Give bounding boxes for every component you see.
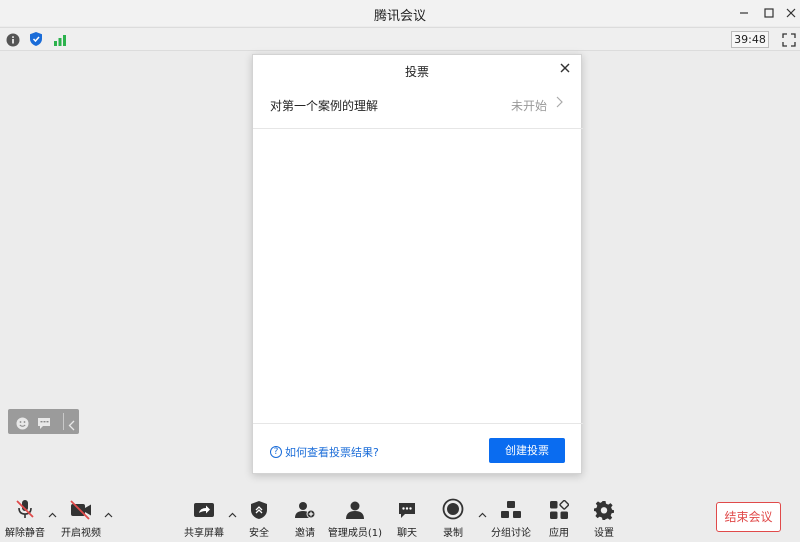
dialog-footer: ? 如何查看投票结果? 创建投票: [253, 423, 583, 475]
chevron-right-icon: [556, 96, 563, 112]
info-icon[interactable]: [6, 32, 20, 51]
breakout-rooms-button[interactable]: 分组讨论: [490, 496, 532, 542]
security-button[interactable]: 安全: [243, 496, 275, 542]
fullscreen-icon[interactable]: [782, 32, 796, 51]
record-button[interactable]: 录制: [437, 496, 469, 542]
title-bar: 腾讯会议: [0, 0, 800, 26]
meeting-timer: 39:48: [731, 31, 769, 48]
manage-members-label: 管理成员(1): [327, 528, 383, 539]
share-options-caret-icon[interactable]: [228, 510, 237, 521]
share-screen-label: 共享屏幕: [184, 528, 224, 539]
security-shield-icon: [250, 496, 268, 520]
invite-button[interactable]: 邀请: [289, 496, 321, 542]
help-link-text: 如何查看投票结果?: [285, 446, 379, 459]
maximize-icon[interactable]: [759, 4, 779, 22]
caption-icon[interactable]: [37, 415, 51, 434]
window-title: 腾讯会议: [373, 9, 426, 24]
breakout-rooms-icon: [500, 496, 522, 520]
emoji-icon[interactable]: [16, 415, 29, 434]
add-person-icon: [294, 496, 316, 520]
video-options-caret-icon[interactable]: [104, 510, 113, 521]
gear-icon: [594, 496, 614, 520]
record-options-caret-icon[interactable]: [478, 510, 487, 521]
manage-members-button[interactable]: 管理成员(1): [327, 496, 383, 542]
divider: [63, 413, 64, 430]
start-video-label: 开启视频: [61, 528, 101, 539]
close-icon[interactable]: [557, 61, 573, 77]
floating-view-controls: [8, 409, 79, 434]
apps-icon: [549, 496, 569, 520]
minimize-icon[interactable]: [734, 4, 754, 22]
security-label: 安全: [249, 528, 269, 539]
poll-name: 对第一个案例的理解: [270, 99, 379, 113]
invite-label: 邀请: [295, 528, 315, 539]
collapse-left-icon[interactable]: [68, 416, 75, 435]
close-window-icon[interactable]: [781, 4, 800, 22]
share-screen-button[interactable]: 共享屏幕: [183, 496, 225, 542]
question-icon: ?: [270, 446, 282, 458]
chat-button[interactable]: 聊天: [391, 496, 423, 542]
settings-label: 设置: [594, 528, 614, 539]
share-screen-icon: [193, 496, 215, 520]
unmute-label: 解除静音: [5, 528, 45, 539]
breakout-rooms-label: 分组讨论: [491, 528, 531, 539]
create-poll-button[interactable]: 创建投票: [489, 438, 565, 463]
start-video-button[interactable]: 开启视频: [60, 496, 102, 542]
signal-icon[interactable]: [53, 32, 67, 51]
apps-label: 应用: [549, 528, 569, 539]
meeting-toolbar: 解除静音 开启视频 共享屏幕 安全 邀请 管理成员(1) 聊天 录制 分组讨论 …: [0, 496, 800, 542]
dialog-title: 投票: [404, 65, 429, 79]
shield-icon[interactable]: [29, 31, 43, 51]
meeting-info-bar: 39:48: [0, 27, 800, 51]
chat-icon: [397, 496, 417, 520]
poll-dialog: 投票 对第一个案例的理解 未开始 ? 如何查看投票结果? 创建投票: [252, 54, 583, 475]
unmute-button[interactable]: 解除静音: [4, 496, 46, 542]
poll-results-help-link[interactable]: ? 如何查看投票结果?: [270, 444, 379, 460]
chat-label: 聊天: [397, 528, 417, 539]
record-label: 录制: [443, 528, 463, 539]
apps-button[interactable]: 应用: [543, 496, 575, 542]
members-icon: [343, 496, 367, 520]
muted-microphone-icon: [14, 496, 36, 520]
poll-status: 未开始: [510, 99, 547, 113]
record-icon: [442, 496, 464, 520]
settings-button[interactable]: 设置: [588, 496, 620, 542]
video-off-icon: [69, 496, 93, 520]
end-meeting-button[interactable]: 结束会议: [716, 502, 781, 532]
audio-options-caret-icon[interactable]: [48, 510, 57, 521]
poll-list-item[interactable]: 对第一个案例的理解 未开始: [253, 85, 583, 129]
